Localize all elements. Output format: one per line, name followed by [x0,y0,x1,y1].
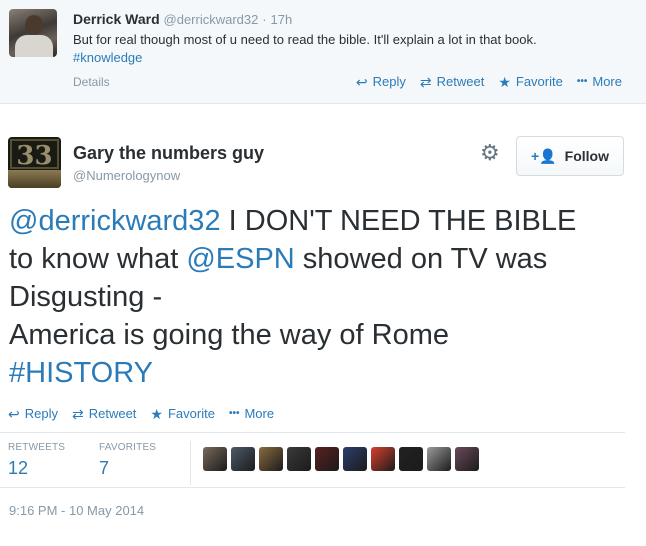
parent-header-separator: · [262,12,267,27]
tweet-line-4: America is going the way of Rome [9,319,450,351]
favoriter-avatar[interactable] [231,447,255,471]
tweet-text-part-3: showed on TV was [294,243,548,275]
retweet-label: Retweet [88,406,137,421]
retweet-icon: ⇄ [71,405,84,422]
parent-author-handle[interactable]: @derrickward32 [164,12,259,27]
parent-details-link[interactable]: Details [73,75,110,89]
retweets-label: RETWEETS [8,442,66,453]
mention-derrickward32[interactable]: @derrickward32 [9,205,221,237]
favoriter-avatar[interactable] [315,447,339,471]
favoriter-avatar[interactable] [287,447,311,471]
more-button[interactable]: ••• More [229,406,274,421]
parent-favorite-label: Favorite [515,74,563,89]
parent-author-name[interactable]: Derrick Ward [73,11,160,27]
favoriter-avatar[interactable] [399,447,423,471]
favoriter-avatar[interactable] [455,447,479,471]
tweet-line-3: Disgusting - [9,281,163,313]
main-tweet-actions: ↩ Reply ⇄ Retweet ★ Favorite ••• More [8,406,274,421]
main-author-handle[interactable]: @Numerologynow [73,168,180,183]
avatar-number: 33 [10,139,59,171]
parent-more-label: More [592,74,622,89]
favoriter-avatar[interactable] [427,447,451,471]
favorites-stat[interactable]: FAVORITES 7 [99,442,156,479]
favorite-button[interactable]: ★ Favorite [150,406,215,421]
more-label: More [244,406,275,421]
tweet-text-part-1: I DON'T NEED THE BIBLE [220,205,577,237]
favoriter-avatar[interactable] [343,447,367,471]
parent-tweet-text: But for real though most of u need to re… [73,31,633,67]
main-author-avatar[interactable]: 33 [8,137,61,188]
retweet-button[interactable]: ⇄ Retweet [72,406,136,421]
more-icon: ••• [228,407,240,419]
parent-more-button[interactable]: ••• More [577,74,622,89]
tweet-timestamp[interactable]: 9:16 PM - 10 May 2014 [9,503,144,518]
tweet-line-2: to know what @ESPN showed on TV was [9,240,639,278]
follow-button[interactable]: +👤 Follow [516,136,624,176]
parent-reply-button[interactable]: ↩ Reply [356,74,406,89]
more-icon: ••• [576,75,588,87]
parent-tweet-header: Derrick Ward @derrickward32 · 17h [73,11,292,27]
parent-tweet-time[interactable]: 17h [270,12,292,27]
parent-tweet-hashtag[interactable]: #knowledge [73,49,633,67]
favoriter-avatars [203,447,479,471]
parent-tweet-body: But for real though most of u need to re… [73,32,537,47]
parent-reply-label: Reply [372,74,406,89]
reply-label: Reply [24,406,58,421]
tweet-text-part-2: to know what [9,243,187,275]
favorite-icon: ★ [150,405,163,422]
retweets-stat[interactable]: RETWEETS 12 [8,442,65,479]
parent-tweet-actions: ↩ Reply ⇄ Retweet ★ Favorite ••• More [356,74,622,89]
parent-retweet-label: Retweet [436,74,485,89]
parent-favorite-button[interactable]: ★ Favorite [498,74,563,89]
main-author-name[interactable]: Gary the numbers guy [73,143,264,164]
follow-label: Follow [564,148,609,164]
favoriter-avatar[interactable] [371,447,395,471]
gear-icon[interactable]: ⚙ [480,142,500,164]
parent-retweet-button[interactable]: ⇄ Retweet [420,74,484,89]
hashtag-history[interactable]: #HISTORY [9,354,639,392]
mention-espn[interactable]: @ESPN [186,243,294,275]
reply-icon: ↩ [355,73,368,90]
favoriter-avatar[interactable] [259,447,283,471]
main-tweet-text: @derrickward32 I DON'T NEED THE BIBLE to… [9,202,639,392]
favoriter-avatar[interactable] [203,447,227,471]
reply-icon: ↩ [8,405,20,422]
retweet-icon: ⇄ [419,73,432,90]
favorite-label: Favorite [167,406,215,421]
tweet-line-1: @derrickward32 I DON'T NEED THE BIBLE [9,202,639,240]
favorites-count: 7 [99,458,110,478]
reply-button[interactable]: ↩ Reply [8,406,58,421]
follow-user-icon: +👤 [531,147,557,164]
stats-divider [190,441,191,485]
parent-author-avatar[interactable] [9,9,57,57]
favorites-label: FAVORITES [99,442,157,453]
parent-tweet: Derrick Ward @derrickward32 · 17h But fo… [0,0,646,104]
favorite-icon: ★ [498,73,511,90]
retweets-count: 12 [8,458,29,478]
